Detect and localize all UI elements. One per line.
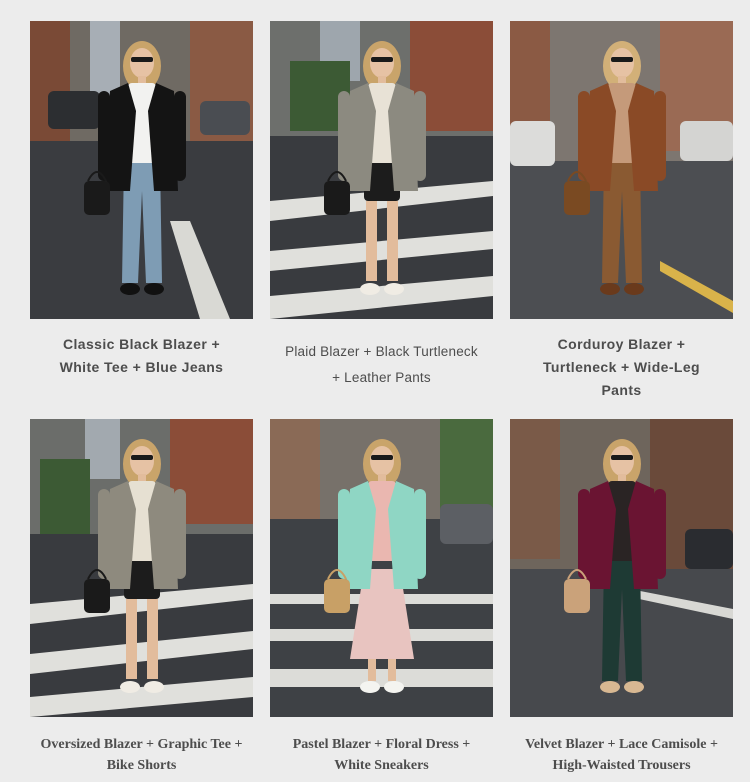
outfit-caption: Oversized Blazer + Graphic Tee + Bike Sh… [30,717,253,776]
outfit-photo[interactable] [510,419,733,717]
street-style-photo-image [510,21,733,319]
caption-line: Classic Black Blazer + [62,336,221,352]
outfit-card[interactable]: Plaid Blazer + Black Turtleneck + Leathe… [270,21,493,391]
outfit-card[interactable]: Velvet Blazer + Lace Camisole + High-Wai… [510,419,733,776]
outfit-photo[interactable] [270,419,493,717]
outfit-photo[interactable] [270,21,493,319]
caption-line: Plaid Blazer + Black Turtleneck [285,344,478,359]
caption-line: Pants [601,382,642,398]
street-style-photo-image [510,419,733,717]
caption-line: Bike Shorts [106,758,177,773]
outfit-card[interactable]: Oversized Blazer + Graphic Tee + Bike Sh… [30,419,253,776]
outfit-card[interactable]: Corduroy Blazer + Turtleneck + Wide-Leg … [510,21,733,402]
outfit-caption: Corduroy Blazer + Turtleneck + Wide-Leg … [510,319,733,402]
outfit-photo[interactable] [30,419,253,717]
outfit-gallery: Classic Black Blazer + White Tee + Blue … [0,0,750,782]
caption-line: Turtleneck + Wide-Leg [543,359,700,375]
outfit-card[interactable]: Classic Black Blazer + White Tee + Blue … [30,21,253,379]
caption-line: Corduroy Blazer + [557,336,686,352]
outfit-photo[interactable] [510,21,733,319]
caption-line: High-Waisted Trousers [552,758,691,773]
caption-line: + Leather Pants [332,370,431,385]
caption-line: White Tee + Blue Jeans [59,359,224,375]
street-style-photo-image [30,419,253,717]
caption-line: Velvet Blazer + Lace Camisole + [525,737,718,752]
street-style-photo-image [270,419,493,717]
outfit-photo[interactable] [30,21,253,319]
caption-line: Oversized Blazer + Graphic Tee + [40,737,243,752]
outfit-caption: Pastel Blazer + Floral Dress + White Sne… [270,717,493,776]
caption-line: White Sneakers [334,758,429,773]
street-style-photo-image [270,21,493,319]
caption-line: Pastel Blazer + Floral Dress + [292,737,471,752]
outfit-caption: Velvet Blazer + Lace Camisole + High-Wai… [510,717,733,776]
outfit-caption: Classic Black Blazer + White Tee + Blue … [30,319,253,379]
street-style-photo-image [30,21,253,319]
outfit-caption: Plaid Blazer + Black Turtleneck + Leathe… [270,319,493,391]
outfit-card[interactable]: Pastel Blazer + Floral Dress + White Sne… [270,419,493,776]
